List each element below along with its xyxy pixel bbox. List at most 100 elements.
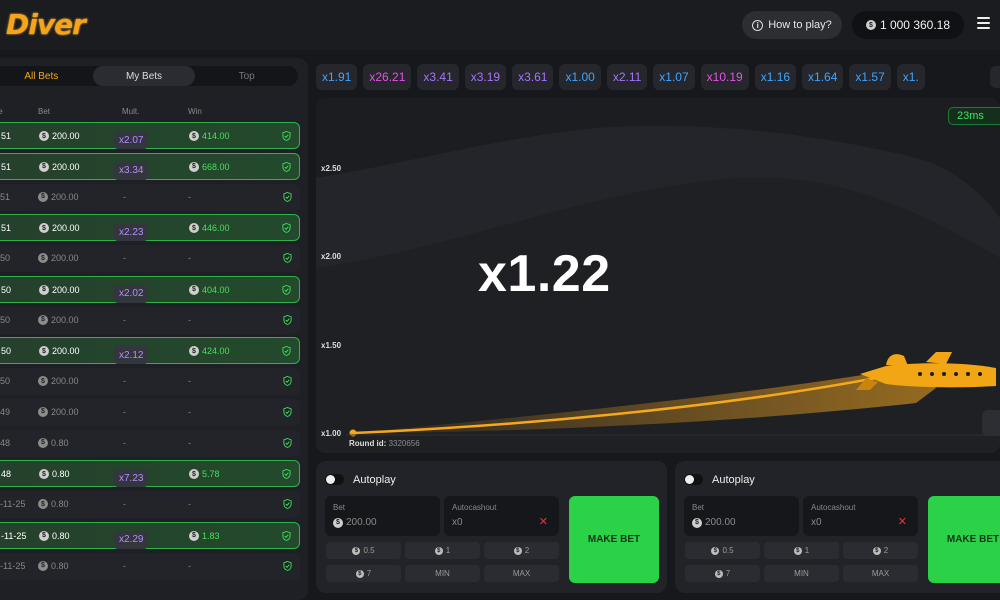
coin-icon: $ (793, 546, 802, 555)
coin-icon: $ (39, 469, 49, 480)
fullscreen-icon[interactable] (982, 410, 1000, 436)
history-multiplier[interactable]: x1.07 (653, 64, 695, 90)
quick-bet-button[interactable]: $2 (484, 542, 559, 559)
autocashout-field[interactable]: Autocashout x0 ✕ (803, 496, 918, 536)
quick-bet-button[interactable]: $7 (685, 565, 760, 582)
coin-icon: $ (38, 499, 48, 509)
history-multiplier[interactable]: x3.61 (512, 64, 554, 90)
shield-icon[interactable] (282, 161, 291, 172)
menu-icon[interactable] (977, 17, 990, 30)
shield-icon[interactable] (283, 499, 292, 509)
shield-icon[interactable] (283, 406, 292, 417)
bet-multiplier: - (123, 437, 126, 448)
history-clock-icon[interactable] (990, 66, 1000, 88)
round-id: Round id: 3320656 (349, 439, 420, 448)
tab-top[interactable]: Top (195, 66, 298, 86)
bet-multiplier: - (123, 314, 126, 325)
shield-icon[interactable] (282, 346, 291, 357)
quick-bet-label: 0.5 (722, 546, 734, 555)
bet-field-value: $200.00 (333, 517, 377, 528)
balance-display: $ 1 000 360.18 (852, 11, 964, 39)
history-multiplier[interactable]: x1.00 (559, 64, 601, 90)
bet-multiplier: - (123, 560, 126, 571)
autocashout-field[interactable]: Autocashout x0 ✕ (444, 496, 559, 536)
quick-bet-button[interactable]: $1 (764, 542, 839, 559)
tab-my-bets[interactable]: My Bets (92, 66, 196, 86)
quick-bet-button[interactable]: $7 (326, 565, 401, 582)
multiplier-history: x1.91 x26.21 x3.41 x3.19 x3.61 x1.00 x2.11 x1.0… (316, 64, 1000, 92)
bet-time: 50 (1, 346, 12, 357)
quick-bet-button[interactable]: $0.5 (326, 542, 401, 559)
current-multiplier: x1.22 (478, 245, 611, 303)
make-bet-button[interactable]: MAKE BET (928, 496, 1000, 583)
shield-icon[interactable] (282, 530, 291, 541)
table-row: 51 $200.00 x2.07 $414.00 (0, 122, 300, 149)
coin-icon: $ (189, 469, 199, 480)
min-bet-button[interactable]: MIN (405, 565, 480, 582)
bet-win-value: - (188, 560, 191, 571)
bet-amount: $200.00 (38, 406, 79, 417)
history-multiplier[interactable]: x1. (896, 64, 925, 90)
coin-icon: $ (39, 346, 49, 357)
shield-icon[interactable] (283, 191, 292, 202)
balance-value: 1 000 360.18 (879, 18, 951, 32)
shield-icon[interactable] (283, 437, 292, 448)
history-multiplier[interactable]: x3.41 (417, 64, 459, 90)
bet-win: $668.00 (189, 161, 230, 172)
bet-win: $414.00 (189, 131, 230, 141)
bet-multiplier: x2.02 (114, 284, 149, 303)
column-time: te (0, 107, 3, 116)
coin-icon: $ (38, 314, 48, 325)
ping-indicator: 23ms (948, 107, 1000, 125)
bet-amount-value: 0.80 (52, 469, 70, 480)
coin-icon: $ (39, 161, 49, 172)
game-scene (316, 125, 1000, 453)
quick-bet-button[interactable]: $2 (843, 542, 918, 559)
autocashout-label: Autocashout (452, 503, 497, 512)
coin-icon: $ (38, 437, 48, 448)
autoplay-toggle[interactable] (325, 474, 344, 485)
clear-icon[interactable]: ✕ (898, 515, 907, 528)
shield-icon[interactable] (282, 223, 291, 234)
quick-bet-button[interactable]: $0.5 (685, 542, 760, 559)
history-multiplier[interactable]: x2.11 (606, 64, 648, 90)
history-multiplier[interactable]: x26.21 (363, 64, 412, 90)
clock-icon: i (752, 19, 764, 31)
min-bet-button[interactable]: MIN (764, 565, 839, 582)
bet-multiplier: - (123, 376, 126, 386)
coin-icon: $ (692, 517, 702, 528)
shield-icon[interactable] (283, 253, 292, 263)
coin-icon: $ (39, 223, 49, 234)
how-to-play-button[interactable]: i How to play? (742, 11, 842, 39)
bet-amount-field[interactable]: Bet $200.00 (684, 496, 799, 536)
tab-all-bets[interactable]: All Bets (0, 66, 93, 86)
diver-logo[interactable]: Diver (6, 8, 86, 41)
history-multiplier[interactable]: x1.57 (849, 64, 891, 90)
max-bet-button[interactable]: MAX (484, 565, 559, 582)
shield-icon[interactable] (283, 314, 292, 325)
coin-icon: $ (38, 560, 48, 571)
history-multiplier[interactable]: x1.91 (316, 64, 358, 90)
bet-amount: $0.80 (38, 560, 69, 571)
max-bet-button[interactable]: MAX (843, 565, 918, 582)
shield-icon[interactable] (282, 131, 291, 141)
bet-time: 51 (1, 131, 12, 141)
shield-icon[interactable] (282, 469, 291, 480)
bet-win-value: - (188, 314, 191, 325)
bet-amount-field[interactable]: Bet $200.00 (325, 496, 440, 536)
history-multiplier[interactable]: x3.19 (464, 64, 507, 90)
history-multiplier[interactable]: x1.16 (754, 64, 797, 90)
shield-icon[interactable] (283, 560, 292, 571)
shield-icon[interactable] (282, 284, 291, 295)
shield-icon[interactable] (283, 376, 292, 386)
quick-bet-label: 7 (366, 569, 372, 578)
make-bet-button[interactable]: MAKE BET (569, 496, 659, 583)
quick-bet-button[interactable]: $1 (405, 542, 480, 559)
history-multiplier[interactable]: x1.64 (802, 64, 844, 90)
bet-amount-value: 200.00 (51, 406, 79, 417)
bet-win-value: 5.78 (202, 469, 220, 480)
table-row: -11-25 $0.80 - - (0, 491, 300, 518)
autoplay-toggle[interactable] (684, 474, 703, 485)
history-multiplier[interactable]: x10.19 (700, 64, 749, 90)
clear-icon[interactable]: ✕ (539, 515, 548, 528)
